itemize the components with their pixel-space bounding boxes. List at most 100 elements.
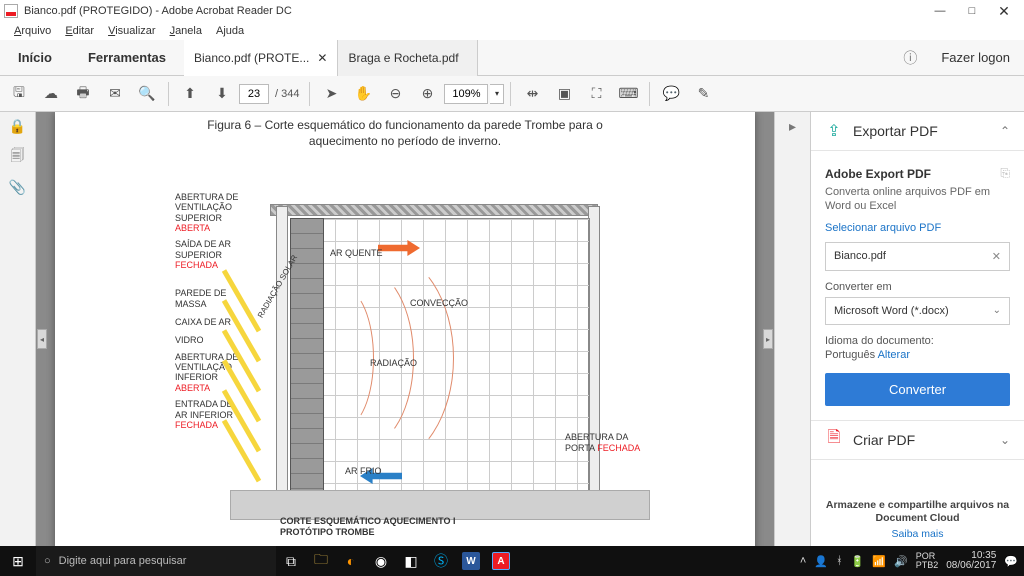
lock-icon[interactable]: 🔒 xyxy=(9,118,26,135)
tray-volume-icon[interactable]: 🔊 xyxy=(894,555,908,568)
skype-icon[interactable]: Ⓢ xyxy=(426,546,456,576)
convection-label: CONVECÇÃO xyxy=(410,298,468,308)
document-viewer[interactable]: ◂ ▸ Figura 6 – Corte esquemático do func… xyxy=(36,112,774,546)
convert-button[interactable]: Converter xyxy=(825,373,1010,406)
firefox-icon[interactable]: ◐ xyxy=(336,546,366,576)
expand-chevron-icon[interactable]: ⌄ xyxy=(1000,433,1010,447)
page-up-icon[interactable]: ⬆ xyxy=(175,79,205,109)
collapse-chevron-icon[interactable]: ⌃ xyxy=(1000,124,1010,138)
diagram: RADIAÇÃO SOLAR AR QUENTE CONVECÇÃO RADIA… xyxy=(290,218,590,498)
app-icon-generic[interactable]: ◧ xyxy=(396,546,426,576)
pointer-icon[interactable]: ➤ xyxy=(316,79,346,109)
left-rail: 🔒 🗐 📎 xyxy=(0,112,36,546)
search-icon[interactable]: 🔍 xyxy=(132,79,162,109)
taskbar-search[interactable]: ○ Digite aqui para pesquisar xyxy=(36,546,276,576)
help-button[interactable]: ⓘ xyxy=(893,48,927,68)
rail-collapse-icon[interactable]: ▸ xyxy=(789,118,796,135)
sign-icon[interactable]: ✎ xyxy=(688,79,718,109)
learn-more-link[interactable]: Saiba mais xyxy=(811,528,1024,546)
export-subtitle: Adobe Export PDF xyxy=(825,167,994,181)
tray-clock[interactable]: 10:35 08/06/2017 xyxy=(946,551,996,571)
save-icon[interactable]: 🖫 xyxy=(4,79,34,109)
zoom-out-icon[interactable]: ⊖ xyxy=(380,79,410,109)
attach-icon[interactable]: 📎 xyxy=(9,179,26,196)
lang-change-link[interactable]: Alterar xyxy=(878,349,910,361)
page-total: / 344 xyxy=(271,88,303,100)
print-icon[interactable]: 🖶 xyxy=(68,79,98,109)
doc-tab-1-label: Bianco.pdf (PROTE... xyxy=(194,51,309,65)
mail-icon[interactable]: ✉ xyxy=(100,79,130,109)
cortana-icon: ○ xyxy=(44,555,51,567)
explorer-icon[interactable]: 🗀 xyxy=(306,546,336,576)
taskbar: ⊞ ○ Digite aqui para pesquisar ⧉ 🗀 ◐ ◉ ◧… xyxy=(0,546,1024,576)
selected-file[interactable]: Bianco.pdf ✕ xyxy=(825,242,1010,271)
tray-bluetooth-icon[interactable]: ᚼ xyxy=(836,555,843,567)
comment-icon[interactable]: 💬 xyxy=(656,79,686,109)
page-down-icon[interactable]: ⬇ xyxy=(207,79,237,109)
pdf-page: Figura 6 – Corte esquemático do funciona… xyxy=(55,112,755,546)
doc-tab-2[interactable]: Braga e Rocheta.pdf xyxy=(338,40,478,76)
hand-icon[interactable]: ✋ xyxy=(348,79,378,109)
menu-editar[interactable]: Editar xyxy=(59,25,100,37)
create-header[interactable]: 🗎 Criar PDF ⌄ xyxy=(825,431,1010,449)
tray-date: 08/06/2017 xyxy=(946,561,996,571)
export-header-label: Exportar PDF xyxy=(853,123,938,139)
tray-chevron-icon[interactable]: ˄ xyxy=(800,555,806,567)
close-button[interactable]: ✕ xyxy=(988,1,1020,21)
select-file-link[interactable]: Selecionar arquivo PDF xyxy=(825,222,1010,234)
tray-notifications-icon[interactable]: 💬 xyxy=(1004,555,1018,568)
window-title: Bianco.pdf (PROTEGIDO) - Adobe Acrobat R… xyxy=(24,5,924,17)
scroll-right-handle[interactable]: ▸ xyxy=(763,329,773,349)
signin-link[interactable]: Fazer logon xyxy=(927,50,1024,65)
cloud-icon[interactable]: ☁ xyxy=(36,79,66,109)
fullscreen-icon[interactable]: ⛶ xyxy=(581,79,611,109)
menu-arquivo[interactable]: Arquivo xyxy=(8,25,57,37)
fit-page-icon[interactable]: ▣ xyxy=(549,79,579,109)
zoom-dropdown[interactable]: ▾ xyxy=(490,84,504,104)
zoom-input[interactable] xyxy=(444,84,488,104)
doc-tab-2-label: Braga e Rocheta.pdf xyxy=(348,51,458,65)
pages-icon[interactable]: 🗐 xyxy=(11,145,25,169)
fit-width-icon[interactable]: ⇹ xyxy=(517,79,547,109)
label-vent-sup-state: ABERTA xyxy=(175,223,210,233)
doc-tab-1-close[interactable]: ✕ xyxy=(309,51,327,65)
home-tab[interactable]: Início xyxy=(0,50,70,65)
start-button[interactable]: ⊞ xyxy=(0,553,36,570)
acrobat-icon[interactable]: A xyxy=(492,552,510,570)
menu-visualizar[interactable]: Visualizar xyxy=(102,25,162,37)
doc-tab-1[interactable]: Bianco.pdf (PROTE... ✕ xyxy=(184,40,338,76)
word-icon[interactable]: W xyxy=(462,552,480,570)
figure-title: Figura 6 – Corte esquemático do funciona… xyxy=(55,112,755,134)
label-entrada-inf-state: FECHADA xyxy=(175,420,218,430)
menu-ajuda[interactable]: Ajuda xyxy=(210,25,250,37)
menubar: Arquivo Editar Visualizar Janela Ajuda xyxy=(0,22,1024,40)
scroll-left-handle[interactable]: ◂ xyxy=(37,329,47,349)
export-panel: ⇪ Exportar PDF ⌃ Adobe Export PDF ⎘ Conv… xyxy=(810,112,1024,546)
promo-text: Armazene e compartilhe arquivos na Docum… xyxy=(811,493,1024,528)
convert-to-label: Converter em xyxy=(825,281,1010,293)
taskview-icon[interactable]: ⧉ xyxy=(276,546,306,576)
titlebar: Bianco.pdf (PROTEGIDO) - Adobe Acrobat R… xyxy=(0,0,1024,22)
create-header-label: Criar PDF xyxy=(853,432,915,448)
chevron-down-icon: ⌄ xyxy=(993,305,1001,316)
tools-tab[interactable]: Ferramentas xyxy=(70,50,184,65)
chrome-icon[interactable]: ◉ xyxy=(366,546,396,576)
tray-wifi-icon[interactable]: 📶 xyxy=(872,555,886,568)
format-value: Microsoft Word (*.docx) xyxy=(834,305,949,317)
menu-janela[interactable]: Janela xyxy=(164,25,208,37)
minimize-button[interactable]: — xyxy=(924,1,956,21)
format-select[interactable]: Microsoft Word (*.docx) ⌄ xyxy=(825,297,1010,325)
search-placeholder: Digite aqui para pesquisar xyxy=(59,555,187,567)
page-number-input[interactable] xyxy=(239,84,269,104)
tray-lang[interactable]: POR PTB2 xyxy=(916,552,939,570)
zoom-in-icon[interactable]: ⊕ xyxy=(412,79,442,109)
right-rail: ▸ xyxy=(774,112,810,546)
share-icon[interactable]: ⎘ xyxy=(1000,166,1010,181)
tray-people-icon[interactable]: 👤 xyxy=(814,555,828,568)
export-desc: Converta online arquivos PDF em Word ou … xyxy=(825,185,1010,214)
read-mode-icon[interactable]: ⌨ xyxy=(613,79,643,109)
tray-battery-icon[interactable]: 🔋 xyxy=(851,555,865,568)
clear-file-icon[interactable]: ✕ xyxy=(992,250,1001,263)
export-header[interactable]: ⇪ Exportar PDF ⌃ xyxy=(825,122,1010,140)
maximize-button[interactable]: □ xyxy=(956,1,988,21)
